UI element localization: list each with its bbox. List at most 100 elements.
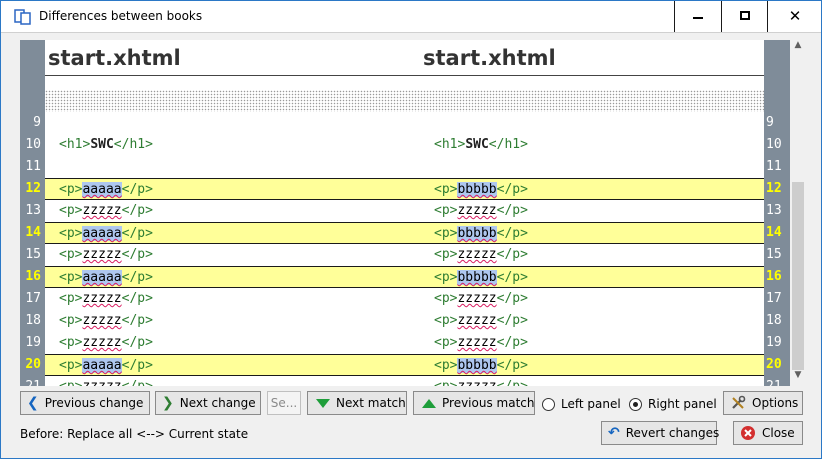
left-line-number: 12 <box>25 181 41 196</box>
text-token: aaaaa <box>82 226 122 241</box>
close-window-button[interactable]: ✕ <box>767 1 821 32</box>
close-button[interactable]: Close <box>733 421 803 445</box>
text-token: zzzzz <box>82 291 122 306</box>
left-line-number: 9 <box>33 115 41 130</box>
left-code-line: <h1>SWC</h1> <box>59 137 153 152</box>
right-code-line: <p>zzzzz</p> <box>434 291 528 306</box>
radio-circle-selected <box>629 397 642 411</box>
html-tag-token: <p> <box>434 335 458 350</box>
text-token: zzzzz <box>82 335 122 350</box>
left-code-line: <p>zzzzz</p> <box>59 291 153 306</box>
diff-viewer[interactable]: 9 10 11 12 13 14 15 16 17 18 19 20 21 9 10 11 12 13 14 15 1… <box>20 40 790 386</box>
arrow-right-icon: ❯ <box>162 395 174 411</box>
left-line-number: 16 <box>25 269 41 284</box>
next-match-button[interactable]: Next match <box>307 391 407 415</box>
html-tag-token: <p> <box>434 313 458 328</box>
line-row: <p>zzzzz</p><p>zzzzz</p> <box>45 310 764 332</box>
vertical-scrollbar[interactable]: ▲ ▼ <box>790 40 806 386</box>
right-code-line: <h1>SWC</h1> <box>434 137 528 152</box>
book-diff-icon <box>14 9 31 25</box>
right-code-line: <p>zzzzz</p> <box>434 203 528 218</box>
right-panel-radio[interactable]: Right panel <box>629 397 717 411</box>
left-panel-radio[interactable]: Left panel <box>542 397 621 411</box>
text-token: aaaaa <box>82 182 122 197</box>
html-tag-token: </p> <box>496 182 528 197</box>
html-tag-token: <p> <box>434 291 458 306</box>
html-tag-token: </p> <box>121 313 153 328</box>
changed-line-row: <p>aaaaa</p> <p>bbbbb</p> <box>45 266 764 288</box>
left-line-number: 15 <box>25 247 41 262</box>
html-tag-token: </p> <box>122 379 153 386</box>
changed-line-row: <p>aaaaa</p> <p>bbbbb</p> <box>45 178 764 200</box>
html-tag-token: </p> <box>496 270 528 285</box>
left-line-gutter: 9 10 11 12 13 14 15 16 17 18 19 20 21 <box>20 40 45 386</box>
previous-change-button[interactable]: ❮ Previous change <box>20 391 150 415</box>
html-tag-token: </p> <box>497 379 528 386</box>
left-code-line: <p>aaaaa</p> <box>59 182 153 197</box>
right-line-number: 17 <box>766 291 782 306</box>
html-tag-token: </p> <box>496 203 528 218</box>
html-tag-token: </p> <box>121 335 153 350</box>
right-line-number: 9 <box>766 115 774 130</box>
triangle-up-icon <box>422 398 436 408</box>
left-line-number: 20 <box>25 357 41 372</box>
text-token: SWC <box>90 137 114 152</box>
right-line-number: 19 <box>766 335 782 350</box>
left-code-line: <p>zzzzz</p> <box>59 313 153 328</box>
text-token: zzzzz <box>457 313 497 328</box>
html-tag-token: </p> <box>121 203 153 218</box>
html-tag-token: <p> <box>434 379 457 386</box>
search-button[interactable]: Se... <box>267 391 301 415</box>
text-token: bbbbb <box>457 182 497 197</box>
text-token: zzzzz <box>82 379 121 386</box>
html-tag-token: </p> <box>496 291 528 306</box>
minimize-button[interactable] <box>674 1 720 32</box>
previous-match-button[interactable]: Previous match <box>413 391 535 415</box>
changed-line-row: <p>aaaaa</p> <p>bbbbb</p> <box>45 354 764 376</box>
html-tag-token: <h1> <box>59 137 91 152</box>
right-code-line: <p>bbbbb</p> <box>434 270 528 285</box>
left-code-line: <p>zzzzz</p> <box>59 379 153 386</box>
html-tag-token: <p> <box>434 226 458 241</box>
unmatched-region <box>45 90 764 112</box>
html-tag-token: </p> <box>496 226 528 241</box>
line-row: <p>zzzzz</p><p>zzzzz</p> <box>45 288 764 310</box>
html-tag-token: </p> <box>121 291 153 306</box>
html-tag-token: </h1> <box>113 137 153 152</box>
right-line-number: 15 <box>766 247 782 262</box>
html-tag-token: <p> <box>434 203 458 218</box>
line-row <box>45 156 764 178</box>
revert-changes-button[interactable]: ↶ Revert changes <box>601 421 719 445</box>
html-tag-token: <p> <box>59 313 83 328</box>
html-tag-token: <p> <box>59 203 83 218</box>
right-code-line: <p>bbbbb</p> <box>434 226 528 241</box>
window-title: Differences between books <box>39 9 203 23</box>
left-line-number: 21 <box>20 379 41 386</box>
left-line-number: 11 <box>25 159 41 174</box>
right-line-gutter: 9 10 11 12 13 14 15 16 17 18 19 20 21 <box>764 40 790 386</box>
right-code-line: <p>zzzzz</p> <box>434 379 528 386</box>
tools-icon <box>732 395 746 409</box>
right-code-line: <p>zzzzz</p> <box>434 313 528 328</box>
html-tag-token: <p> <box>59 247 83 262</box>
text-token: bbbbb <box>457 226 497 241</box>
close-icon: ✕ <box>788 7 802 25</box>
line-row: <p>zzzzz</p><p>zzzzz</p> <box>45 244 764 266</box>
right-line-number: 11 <box>766 159 782 174</box>
title-bar: Differences between books ✕ <box>1 1 821 32</box>
maximize-button[interactable] <box>721 1 767 32</box>
radio-circle <box>542 397 555 411</box>
left-line-number: 13 <box>25 203 41 218</box>
line-row: <p>zzzzz</p><p>zzzzz</p> <box>45 376 764 386</box>
text-token: aaaaa <box>82 270 122 285</box>
options-button[interactable]: Options <box>723 391 803 415</box>
left-code-line: <p>zzzzz</p> <box>59 335 153 350</box>
scroll-down-arrow-icon[interactable]: ▼ <box>790 370 806 386</box>
left-line-number: 19 <box>25 335 41 350</box>
text-token: zzzzz <box>457 291 497 306</box>
scroll-up-arrow-icon[interactable]: ▲ <box>790 40 806 56</box>
right-code-line: <p>bbbbb</p> <box>434 182 528 197</box>
left-code-line: <p>aaaaa</p> <box>59 358 153 373</box>
next-change-button[interactable]: ❯ Next change <box>155 391 261 415</box>
scrollbar-thumb[interactable] <box>792 182 804 370</box>
